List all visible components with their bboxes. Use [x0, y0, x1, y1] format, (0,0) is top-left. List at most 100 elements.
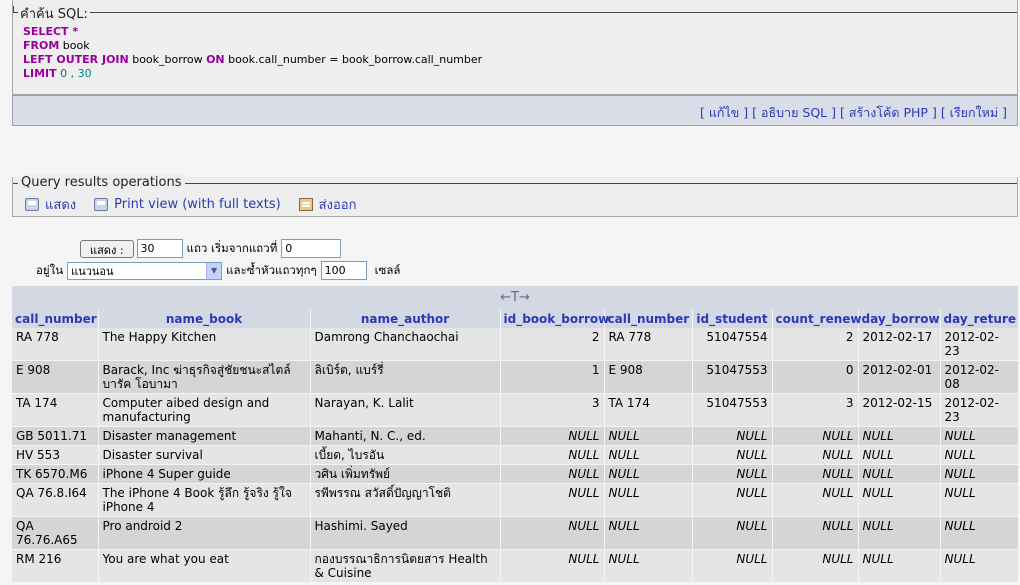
table-cell: เบี้ยด, ไบรอัน: [310, 445, 501, 465]
table-cell: NULL: [940, 483, 1019, 517]
table-cell: NULL: [604, 516, 693, 550]
table-row[interactable]: QA 76.8.I64 The iPhone 4 Book รู้ลึก รู้จ…: [12, 483, 1019, 517]
sql-query-legend: คำค้น SQL:: [18, 3, 90, 24]
table-cell: NULL: [772, 445, 859, 465]
table-cell: NULL: [858, 426, 941, 446]
table-cell: NULL: [772, 483, 859, 517]
start-row-input[interactable]: [281, 239, 342, 258]
sql-line: LIMIT 0 , 30: [23, 67, 482, 81]
table-cell: NULL: [692, 426, 773, 446]
sql-token: *: [68, 25, 79, 38]
column-header[interactable]: day_borrow: [858, 310, 941, 328]
column-arrows-row: ←T→: [12, 286, 1018, 310]
chevron-down-icon[interactable]: ▼: [206, 262, 222, 279]
sql-link-1[interactable]: อธิบาย SQL: [761, 105, 827, 120]
table-cell: NULL: [500, 426, 605, 446]
sql-action-links: [ แก้ไข ] [ อธิบาย SQL ] [ สร้างโค้ด PHP…: [12, 95, 1018, 126]
table-cell: NULL: [692, 464, 773, 484]
table-row[interactable]: RM 216 You are what you eat กองบรรณาธิการน…: [12, 549, 1019, 583]
sql-link-3[interactable]: เรียกใหม่: [950, 105, 998, 120]
table-cell: NULL: [858, 549, 941, 583]
table-cell: NULL: [940, 426, 1019, 446]
column-header[interactable]: name_author: [310, 310, 501, 328]
table-cell: NULL: [500, 516, 605, 550]
table-cell: NULL: [500, 464, 605, 484]
column-header[interactable]: name_book: [98, 310, 311, 328]
table-cell: Hashimi. Sayed: [310, 516, 501, 550]
table-cell: 2012-02-15: [858, 393, 941, 427]
table-cell: NULL: [940, 464, 1019, 484]
table-cell: Mahanti, N. C., ed.: [310, 426, 501, 446]
table-cell: 2012-02-23: [940, 393, 1019, 427]
table-cell: NULL: [604, 549, 693, 583]
table-cell: TA 174: [604, 393, 693, 427]
sql-fieldset-border: [13, 12, 1017, 13]
operation-label: ส่งออก: [318, 198, 357, 213]
show-button[interactable]: แสดง :: [80, 239, 134, 258]
display-mode-select[interactable]: แนวนอน ▼: [67, 261, 223, 280]
operation-label: แสดง: [45, 198, 77, 213]
table-cell: 3: [772, 393, 859, 427]
table-cell: You are what you eat: [98, 549, 311, 583]
table-cell: 2: [500, 328, 605, 361]
results-table-container: ←T→ call_number name_book name_author id_bo…: [12, 286, 1019, 583]
table-cell: Pro android 2: [98, 516, 311, 550]
sql-link-0[interactable]: แก้ไข: [709, 105, 739, 120]
operation-1[interactable]: Print view (with full texts): [94, 197, 281, 212]
table-cell: iPhone 4 Super guide: [98, 464, 311, 484]
operation-0[interactable]: แสดง: [25, 194, 76, 215]
table-cell: NULL: [604, 426, 693, 446]
table-row[interactable]: GB 5011.71 Disaster management Mahanti, N.…: [12, 426, 1019, 446]
table-cell: TA 174: [12, 393, 99, 427]
operations-legend: Query results operations: [18, 175, 185, 190]
table-cell: NULL: [940, 445, 1019, 465]
table-cell: 51047553: [692, 393, 773, 427]
table-cell: NULL: [604, 464, 693, 484]
table-cell: NULL: [692, 549, 773, 583]
table-cell: NULL: [772, 464, 859, 484]
column-header[interactable]: call_number: [12, 310, 99, 328]
sql-line: LEFT OUTER JOIN book_borrow ON book.call…: [23, 53, 482, 67]
table-row[interactable]: E 908 Barack, Inc ฆ่าธุรกิจสู่ชัยชนะสไตล์…: [12, 360, 1019, 394]
sql-token: book_borrow: [128, 53, 207, 66]
column-header[interactable]: count_renew: [772, 310, 862, 328]
column-header[interactable]: call_number: [604, 310, 693, 328]
table-cell: HV 553: [12, 445, 99, 465]
sql-token: 0 , 30: [56, 67, 92, 80]
column-header[interactable]: day_reture: [940, 310, 1019, 328]
rows-count-input[interactable]: [136, 239, 183, 258]
table-cell: NULL: [858, 483, 941, 517]
table-row[interactable]: RA 778 The Happy Kitchen Damrong Chanchaoc…: [12, 328, 1019, 361]
print-icon: [94, 198, 109, 211]
table-cell: ลิเบิร์ต, แบร์รี่: [310, 360, 501, 394]
table-row[interactable]: QA 76.76.A65 Pro android 2 Hashimi. Sayed N…: [12, 516, 1019, 550]
sql-query-panel: คำค้น SQL: SELECT * FROM book LEFT OUTER J…: [12, 0, 1018, 95]
sql-link-2[interactable]: สร้างโค้ด PHP: [849, 105, 928, 120]
sql-token: book: [59, 39, 90, 52]
repeat-header-input[interactable]: [320, 261, 367, 280]
sql-query-text: SELECT * FROM book LEFT OUTER JOIN book_bo…: [23, 25, 482, 81]
table-cell: NULL: [772, 516, 859, 550]
operation-2[interactable]: ส่งออก: [298, 194, 357, 215]
sql-token: book.call_number = book_borrow.call_numb…: [224, 53, 483, 66]
column-header[interactable]: id_book_borrow: [500, 310, 609, 328]
table-cell: QA 76.8.I64: [12, 483, 99, 517]
column-header[interactable]: id_student: [692, 310, 773, 328]
table-row[interactable]: HV 553 Disaster survival เบี้ยด, ไบรอัน NUL…: [12, 445, 1019, 465]
cells-label: เซลล์: [374, 262, 401, 277]
table-cell: NULL: [604, 445, 693, 465]
table-cell: NULL: [692, 445, 773, 465]
operation-label: Print view (with full texts): [114, 197, 281, 212]
export-icon: [298, 198, 313, 211]
table-row[interactable]: TA 174 Computer aibed design and manufact…: [12, 393, 1019, 427]
table-cell: 0: [772, 360, 859, 394]
sql-token: LIMIT: [23, 67, 57, 80]
table-cell: 2012-02-17: [858, 328, 941, 361]
table-cell: NULL: [940, 549, 1019, 583]
column-move-arrows[interactable]: ←T→: [500, 290, 530, 305]
table-cell: Barack, Inc ฆ่าธุรกิจสู่ชัยชนะสไตล์ บารั…: [98, 360, 311, 394]
print-icon: [25, 198, 39, 211]
table-header-row: call_number name_book name_author id_book_b…: [12, 310, 1019, 328]
table-row[interactable]: TK 6570.M6 iPhone 4 Super guide วศิน เพิ่ม…: [12, 464, 1019, 484]
sql-line: FROM book: [23, 39, 482, 53]
